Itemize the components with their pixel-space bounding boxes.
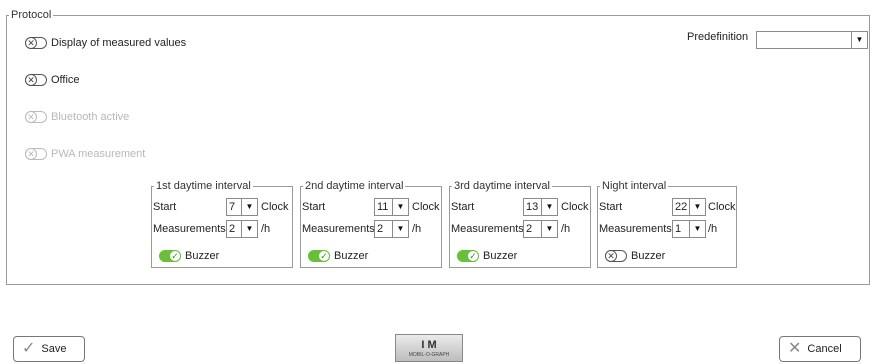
measurements-value: 1	[675, 223, 682, 235]
toggle-bluetooth-active: ✕ Bluetooth active	[25, 109, 129, 125]
cancel-label: Cancel	[807, 343, 842, 355]
save-label: Save	[41, 343, 67, 355]
start-label: Start	[302, 201, 326, 213]
measurements-unit: /h	[261, 223, 271, 235]
protocol-legend: Protocol	[9, 9, 54, 22]
measurements-value: 2	[377, 223, 384, 235]
interval-title: 3rd daytime interval	[452, 180, 552, 193]
start-select[interactable]: 11 ▼	[374, 198, 409, 216]
buzzer-label: Buzzer	[185, 250, 220, 262]
toggle-switch[interactable]: ✕	[25, 74, 47, 86]
buzzer-toggle[interactable]: ✓ Buzzer	[159, 248, 219, 264]
chevron-down-icon[interactable]: ▼	[689, 199, 705, 215]
toggle-display-measured-values[interactable]: ✕ Display of measured values	[25, 35, 186, 51]
buzzer-toggle[interactable]: ✓ Buzzer	[308, 248, 368, 264]
check-mark-icon: ✓	[22, 340, 36, 357]
check-mark-icon: ✓	[169, 250, 181, 262]
x-mark-icon: ✕	[605, 250, 617, 262]
start-label: Start	[599, 201, 623, 213]
interval-group-1st-daytime: 1st daytime interval Start 7 ▼ Clock Mea…	[151, 180, 293, 268]
start-label: Start	[451, 201, 475, 213]
start-value: 22	[675, 201, 688, 213]
chevron-down-icon[interactable]: ▼	[689, 221, 705, 237]
toggle-label: Office	[51, 74, 80, 86]
measurements-label: Measurements	[302, 223, 375, 235]
interval-group-night: Night interval Start 22 ▼ Clock Measurem…	[597, 180, 737, 268]
measurements-select[interactable]: 1 ▼	[672, 220, 706, 238]
toggle-label: PWA measurement	[51, 148, 146, 160]
chevron-down-icon[interactable]: ▼	[541, 221, 557, 237]
toggle-switch[interactable]: ✕	[605, 250, 627, 262]
interval-title: 1st daytime interval	[154, 180, 253, 193]
measurements-select[interactable]: 2 ▼	[226, 220, 258, 238]
buzzer-label: Buzzer	[631, 250, 666, 262]
buzzer-label: Buzzer	[334, 250, 369, 262]
x-mark-icon: ✕	[25, 148, 37, 160]
toggle-switch[interactable]: ✓	[308, 250, 330, 262]
toggle-switch: ✕	[25, 111, 47, 123]
toggle-label: Display of measured values	[51, 37, 187, 49]
start-label: Start	[153, 201, 177, 213]
company-logo: I M MOBIL-O-GRAPH	[395, 334, 463, 362]
measurements-unit: /h	[412, 223, 422, 235]
toggle-switch[interactable]: ✓	[159, 250, 181, 262]
x-mark-icon: ✕	[25, 74, 37, 86]
interval-group-3rd-daytime: 3rd daytime interval Start 13 ▼ Clock Me…	[449, 180, 591, 268]
toggle-label: Bluetooth active	[51, 111, 130, 123]
chevron-down-icon[interactable]: ▼	[392, 199, 408, 215]
x-mark-icon: ✕	[25, 37, 37, 49]
measurements-label: Measurements	[451, 223, 524, 235]
start-select[interactable]: 22 ▼	[672, 198, 706, 216]
toggle-office[interactable]: ✕ Office	[25, 72, 80, 88]
measurements-value: 2	[526, 223, 533, 235]
measurements-unit: /h	[561, 223, 571, 235]
interval-title: 2nd daytime interval	[303, 180, 406, 193]
x-mark-icon: ✕	[25, 111, 37, 123]
x-mark-icon: ✕	[788, 340, 802, 357]
start-value: 7	[229, 201, 236, 213]
logo-subtext: MOBIL-O-GRAPH	[408, 352, 450, 358]
toggle-switch[interactable]: ✓	[457, 250, 479, 262]
check-mark-icon: ✓	[318, 250, 330, 262]
chevron-down-icon[interactable]: ▼	[851, 32, 867, 48]
start-value: 13	[526, 201, 539, 213]
start-unit: Clock	[261, 201, 289, 213]
measurements-unit: /h	[708, 223, 718, 235]
measurements-label: Measurements	[153, 223, 226, 235]
toggle-switch: ✕	[25, 148, 47, 160]
start-unit: Clock	[561, 201, 589, 213]
buzzer-toggle[interactable]: ✕ Buzzer	[605, 248, 665, 264]
predefinition-label: Predefinition	[687, 31, 749, 43]
chevron-down-icon[interactable]: ▼	[241, 199, 257, 215]
start-unit: Clock	[412, 201, 440, 213]
toggle-pwa-measurement: ✕ PWA measurement	[25, 146, 145, 162]
cancel-button[interactable]: ✕ Cancel	[779, 336, 861, 362]
buzzer-label: Buzzer	[483, 250, 518, 262]
chevron-down-icon[interactable]: ▼	[241, 221, 257, 237]
measurements-select[interactable]: 2 ▼	[523, 220, 558, 238]
check-mark-icon: ✓	[467, 250, 479, 262]
interval-group-2nd-daytime: 2nd daytime interval Start 11 ▼ Clock Me…	[300, 180, 442, 268]
measurements-value: 2	[229, 223, 236, 235]
measurements-select[interactable]: 2 ▼	[374, 220, 409, 238]
predefinition-select[interactable]: ▼	[756, 31, 868, 49]
toggle-switch[interactable]: ✕	[25, 37, 47, 49]
start-unit: Clock	[708, 201, 736, 213]
start-select[interactable]: 7 ▼	[226, 198, 258, 216]
interval-title: Night interval	[600, 180, 669, 193]
logo-text: I M	[421, 339, 437, 351]
chevron-down-icon[interactable]: ▼	[392, 221, 408, 237]
save-button[interactable]: ✓ Save	[13, 336, 85, 362]
predefinition-value	[757, 32, 851, 48]
buzzer-toggle[interactable]: ✓ Buzzer	[457, 248, 517, 264]
chevron-down-icon[interactable]: ▼	[541, 199, 557, 215]
measurements-label: Measurements	[599, 223, 672, 235]
start-value: 11	[377, 201, 389, 213]
start-select[interactable]: 13 ▼	[523, 198, 558, 216]
